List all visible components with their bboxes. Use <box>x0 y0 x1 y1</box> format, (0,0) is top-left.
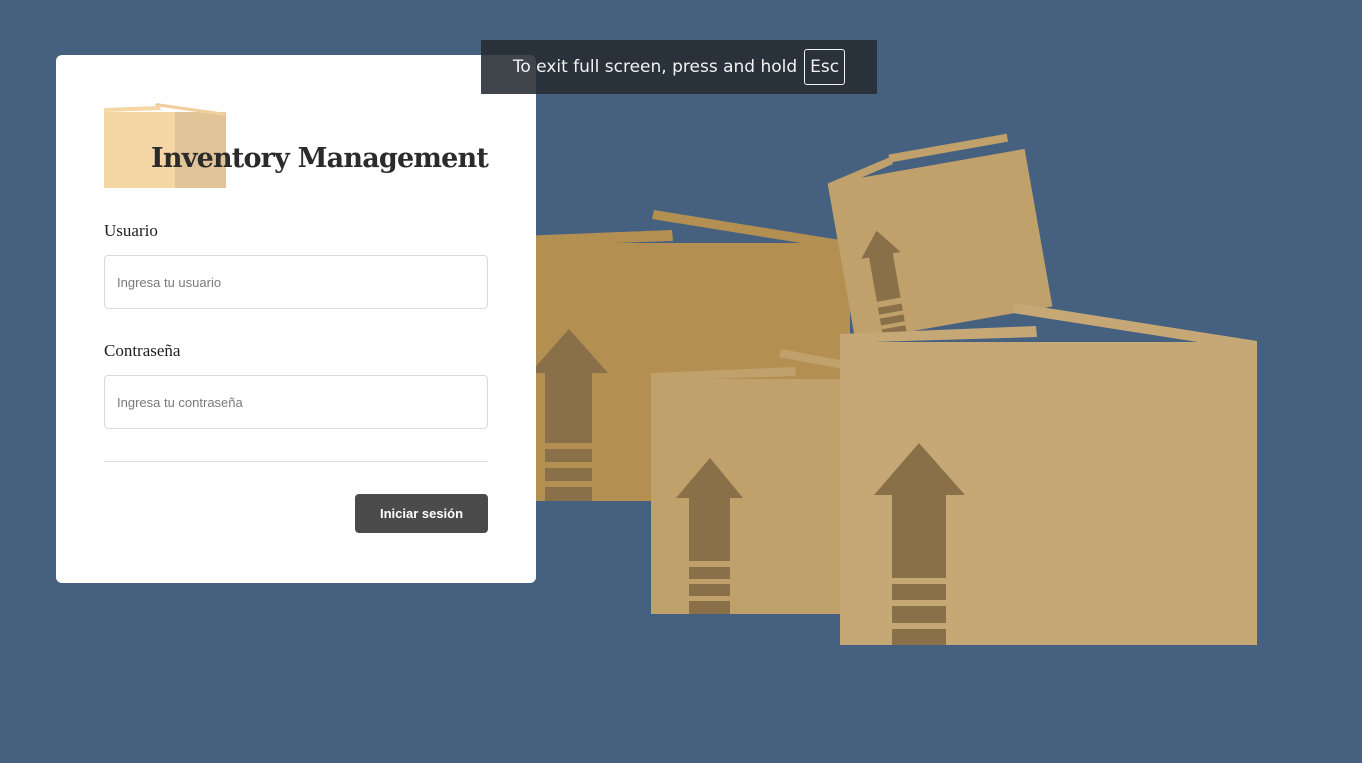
form-actions: Iniciar sesión <box>104 494 488 533</box>
password-label: Contraseña <box>104 341 181 360</box>
brand-header: Inventory Management <box>104 55 489 205</box>
box-front-right <box>840 303 1257 645</box>
username-input[interactable] <box>104 255 488 309</box>
box-middle <box>651 349 851 614</box>
password-input[interactable] <box>104 375 488 429</box>
fullscreen-notice-message: To exit full screen, press and hold <box>512 57 798 77</box>
login-card: Inventory Management Usuario Contraseña … <box>56 55 536 583</box>
form-divider <box>104 461 488 462</box>
username-label: Usuario <box>104 221 158 240</box>
app-title: Inventory Management <box>151 143 489 174</box>
esc-key-hint: Esc <box>804 49 846 85</box>
login-button[interactable]: Iniciar sesión <box>355 494 488 533</box>
fullscreen-exit-notice: To exit full screen, press and hold Esc <box>481 40 877 94</box>
